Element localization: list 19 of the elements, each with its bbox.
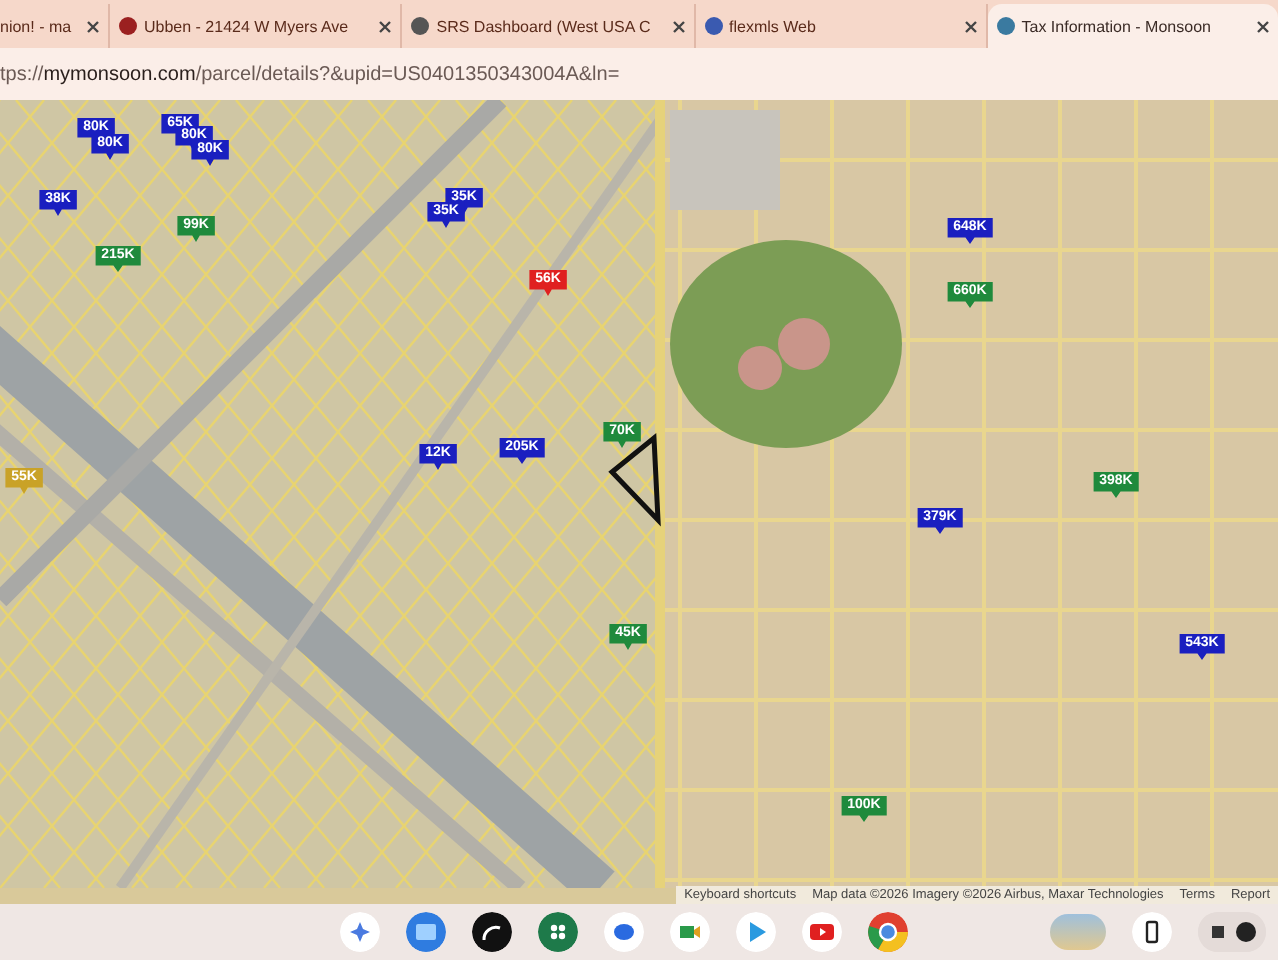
close-icon[interactable] [671, 19, 685, 33]
site-icon [410, 16, 431, 36]
folder-icon[interactable] [406, 912, 446, 952]
browser-tab[interactable]: Tax Information - Monsoon [987, 4, 1278, 48]
site-icon [703, 16, 723, 36]
phone-icon[interactable] [1132, 912, 1172, 952]
close-icon[interactable] [963, 19, 978, 33]
site-icon [995, 16, 1016, 36]
video-play-icon[interactable] [802, 912, 842, 952]
close-icon[interactable] [1256, 19, 1270, 33]
video-camera-icon[interactable] [670, 912, 710, 952]
launcher-icon[interactable] [340, 912, 380, 952]
site-icon [118, 16, 138, 36]
chat-bubble-icon[interactable] [604, 912, 644, 952]
browser-icon[interactable] [868, 912, 908, 952]
play-store-icon[interactable] [736, 912, 776, 952]
close-icon[interactable] [86, 19, 100, 33]
grid-app-icon[interactable] [538, 912, 578, 952]
close-icon[interactable] [378, 19, 393, 33]
